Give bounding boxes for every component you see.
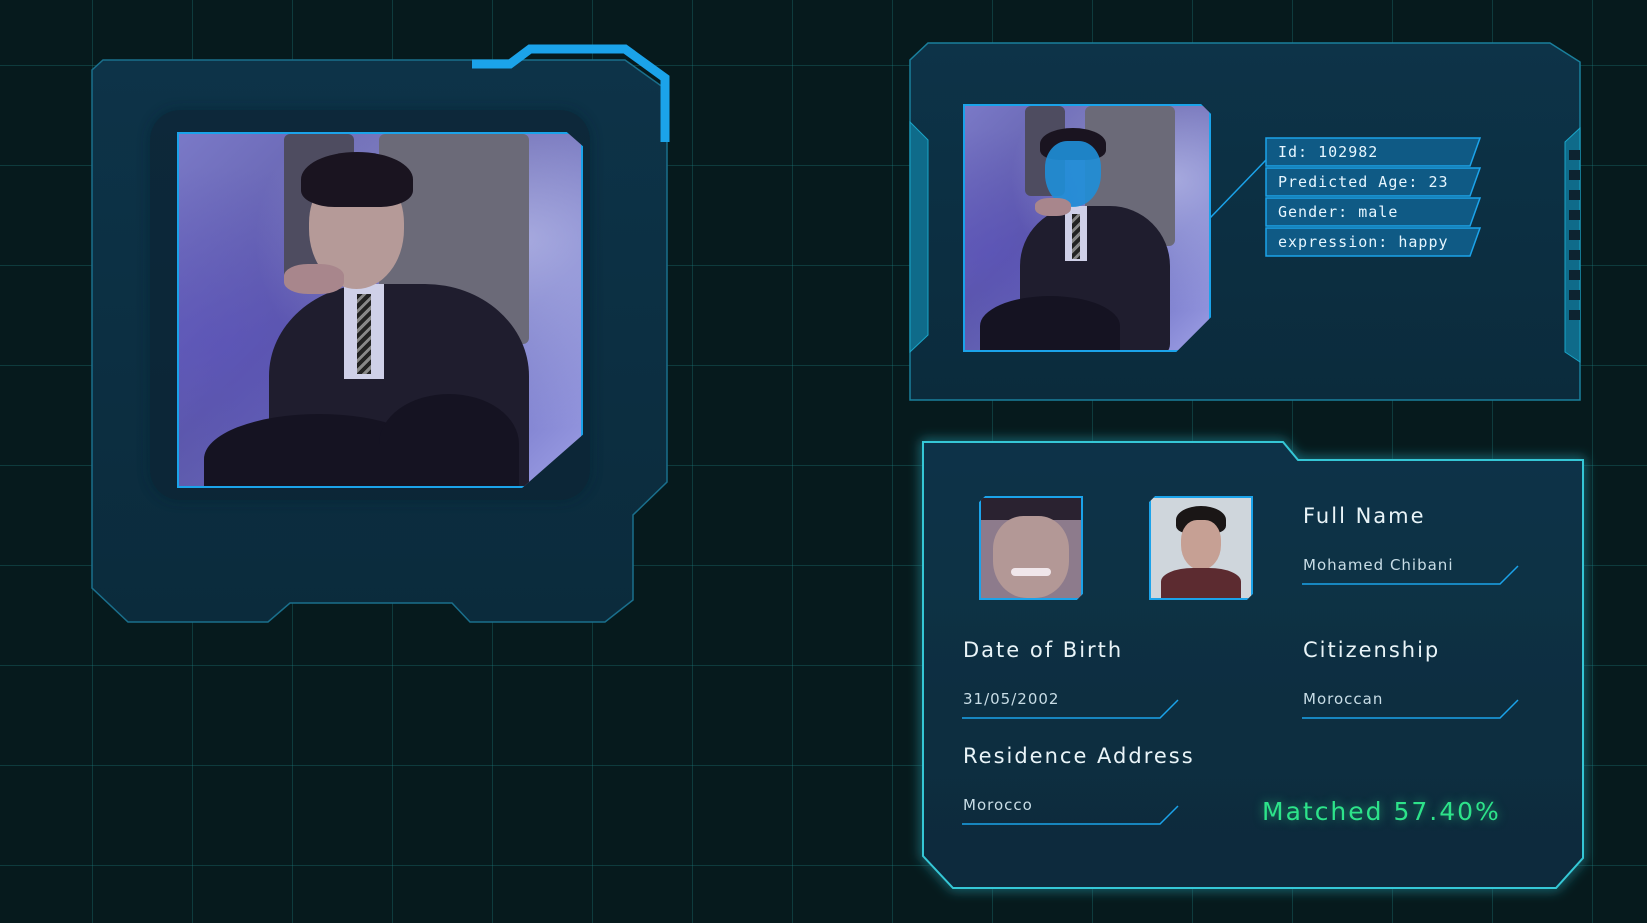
citizenship-label: Citizenship bbox=[1303, 638, 1441, 662]
tag-age: Predicted Age: 23 bbox=[1278, 173, 1449, 191]
address-value: Morocco bbox=[963, 796, 1033, 814]
full-name-value: Mohamed Chibani bbox=[1303, 556, 1454, 574]
face-crop-thumbnail bbox=[979, 496, 1083, 600]
database-photo-thumbnail bbox=[1149, 496, 1253, 600]
tag-gender: Gender: male bbox=[1278, 203, 1399, 221]
tag-expression: expression: happy bbox=[1278, 233, 1449, 251]
side-stripes bbox=[1569, 150, 1580, 320]
dob-value: 31/05/2002 bbox=[963, 690, 1060, 708]
dob-label: Date of Birth bbox=[963, 638, 1124, 662]
full-name-label: Full Name bbox=[1303, 504, 1426, 528]
source-photo bbox=[177, 132, 583, 488]
match-score: Matched 57.40% bbox=[1262, 797, 1501, 826]
citizenship-value: Moroccan bbox=[1303, 690, 1384, 708]
address-label: Residence Address bbox=[963, 744, 1195, 768]
detection-photo bbox=[963, 104, 1211, 352]
tag-id: Id: 102982 bbox=[1278, 143, 1379, 161]
